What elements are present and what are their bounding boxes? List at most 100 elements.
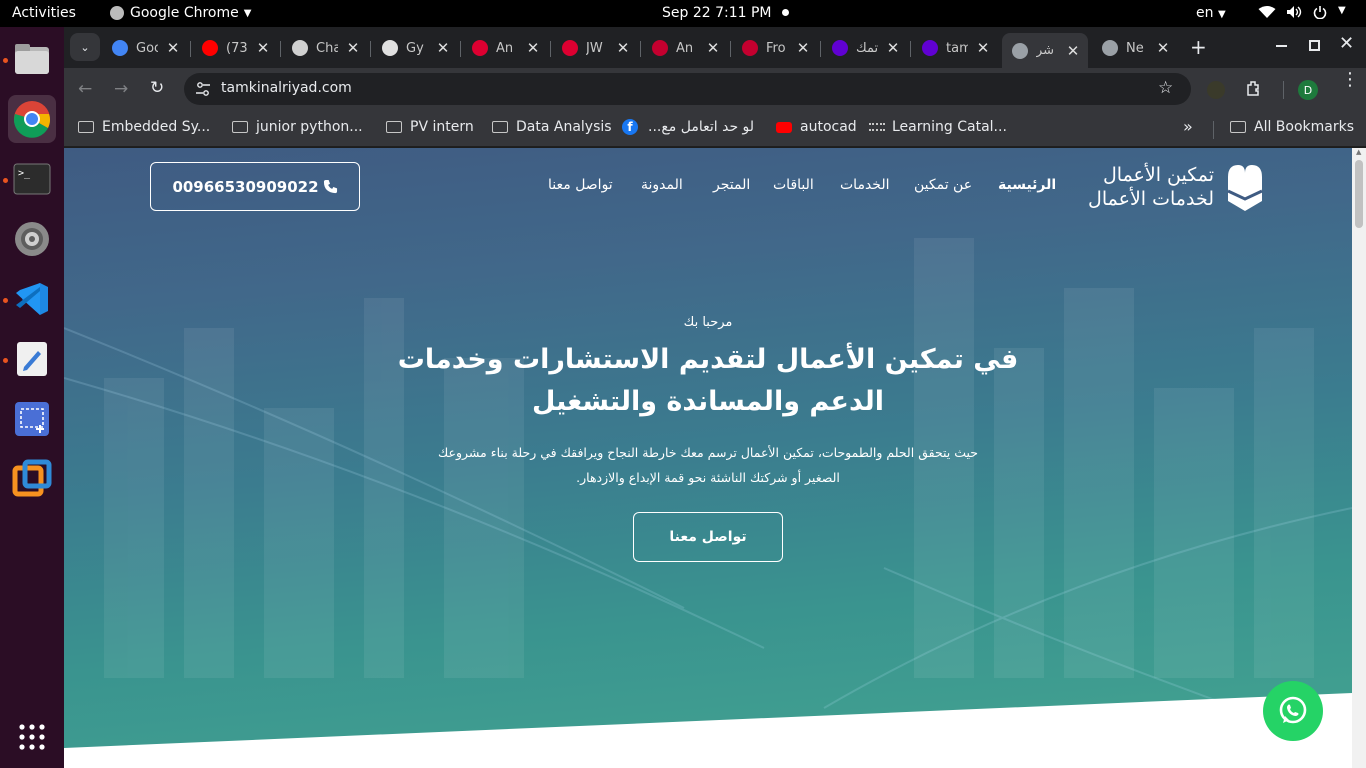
screenshot-icon[interactable] [8, 395, 56, 443]
tab-7[interactable]: An ✕ [642, 33, 728, 63]
hero-contact-button[interactable]: تواصل معنا [633, 512, 783, 562]
power-icon[interactable] [1313, 5, 1327, 23]
tab-close-icon[interactable]: ✕ [436, 39, 450, 57]
close-window-button[interactable]: ✕ [1339, 33, 1354, 54]
show-apps-icon[interactable] [8, 713, 56, 761]
tab-close-icon[interactable]: ✕ [976, 39, 990, 57]
nav-packages[interactable]: الباقات [773, 177, 814, 193]
address-bar[interactable]: tamkinalriyad.com ☆ [184, 73, 1191, 105]
tab-close-icon[interactable]: ✕ [346, 39, 360, 57]
bookmark-star-icon[interactable]: ☆ [1158, 78, 1173, 98]
all-bookmarks-button[interactable]: All Bookmarks [1230, 119, 1354, 135]
virtualbox-icon[interactable] [8, 455, 56, 503]
more-bookmarks-chevron-icon[interactable]: » [1183, 117, 1193, 136]
bookmarks-bar: Embedded Sy... junior python... PV inter… [64, 112, 1366, 147]
nav-services[interactable]: الخدمات [840, 177, 890, 193]
nav-about[interactable]: عن تمكين [914, 177, 972, 193]
new-tab-button[interactable]: + [1190, 35, 1207, 59]
chrome-menu-button[interactable]: ⋮ [1341, 71, 1359, 89]
tab-favicon-icon [112, 40, 128, 56]
bookmark-folder-data-analysis[interactable]: Data Analysis [492, 119, 612, 135]
profile-extension-icon[interactable] [1207, 81, 1225, 99]
forward-button[interactable]: → [114, 79, 128, 99]
volume-icon[interactable] [1286, 5, 1302, 23]
site-logo[interactable]: تمكين الأعمال لخدمات الأعمال [1088, 158, 1274, 218]
tab-title: JW [586, 40, 603, 56]
tab-title: Goo [136, 40, 158, 56]
bookmark-learning-catalog[interactable]: Learning Catal... [869, 119, 1007, 135]
text-editor-icon[interactable] [8, 335, 56, 383]
bookmark-folder-python[interactable]: junior python... [232, 119, 363, 135]
files-icon[interactable] [8, 35, 56, 83]
hero-bottom-divider [64, 693, 1352, 768]
back-button[interactable]: ← [78, 79, 92, 99]
folder-icon [1230, 121, 1246, 133]
tab-title: An [676, 40, 694, 56]
bookmark-autocad[interactable]: autocad [776, 119, 857, 135]
app-menu[interactable]: Google Chrome ▼ [110, 5, 251, 21]
tab-close-icon[interactable]: ✕ [706, 39, 720, 57]
svg-text:>_: >_ [18, 168, 31, 179]
vscode-icon[interactable] [8, 275, 56, 323]
activities-button[interactable]: Activities [12, 5, 76, 21]
tab-separator [640, 41, 641, 57]
url-text[interactable]: tamkinalriyad.com [221, 80, 352, 96]
tab-close-icon[interactable]: ✕ [796, 39, 810, 57]
tab-12[interactable]: Ne ✕ [1092, 33, 1178, 63]
dock: >_ [0, 27, 64, 768]
tab-8[interactable]: Fro ✕ [732, 33, 818, 63]
tab-6[interactable]: JW ✕ [552, 33, 638, 63]
page-scrollbar[interactable]: ▲ [1352, 148, 1366, 768]
tab-strip: ⌄ Goo✕(73✕Cha✕Gy✕An✕JW✕An✕Fro✕تمك✕tam✕شر… [64, 27, 1366, 68]
folder-icon [78, 121, 94, 133]
bookmark-facebook-post[interactable]: f لو حد اتعامل مع... [622, 119, 754, 135]
nav-contact[interactable]: تواصل معنا [548, 177, 613, 193]
nav-store[interactable]: المتجر [713, 177, 750, 193]
language-indicator[interactable]: en ▼ [1196, 5, 1226, 21]
settings-icon[interactable] [8, 215, 56, 263]
tab-close-icon[interactable]: ✕ [886, 39, 900, 57]
tab-close-icon[interactable]: ✕ [616, 39, 630, 57]
system-menu-caret-icon[interactable]: ▼ [1338, 5, 1346, 16]
tab-1[interactable]: Goo ✕ [102, 33, 188, 63]
tab-favicon-icon [202, 40, 218, 56]
site-info-icon[interactable] [195, 81, 211, 101]
tab-title: (73 [226, 40, 248, 56]
bookmark-folder-pv-intern[interactable]: PV intern [386, 119, 474, 135]
maximize-button[interactable] [1309, 40, 1320, 51]
tab-search-button[interactable]: ⌄ [70, 33, 100, 61]
phone-button[interactable]: 00966530909022 [150, 162, 360, 211]
tab-separator [550, 41, 551, 57]
reload-button[interactable]: ↻ [150, 78, 164, 98]
tab-5[interactable]: An ✕ [462, 33, 548, 63]
terminal-icon[interactable]: >_ [8, 155, 56, 203]
profile-avatar[interactable]: D [1298, 80, 1318, 100]
tab-2[interactable]: (73 ✕ [192, 33, 278, 63]
tab-10[interactable]: tam ✕ [912, 33, 998, 63]
tab-close-icon[interactable]: ✕ [1066, 42, 1080, 60]
extensions-icon[interactable] [1245, 79, 1263, 101]
tab-4[interactable]: Gy ✕ [372, 33, 458, 63]
folder-icon [386, 121, 402, 133]
scroll-up-arrow-icon[interactable]: ▲ [1356, 148, 1361, 156]
tab-close-icon[interactable]: ✕ [256, 39, 270, 57]
minimize-button[interactable] [1276, 45, 1287, 47]
tab-3[interactable]: Cha ✕ [282, 33, 368, 63]
scrollbar-thumb[interactable] [1355, 160, 1363, 228]
tab-close-icon[interactable]: ✕ [166, 39, 180, 57]
logo-mark-icon [1227, 165, 1263, 211]
tab-title: Cha [316, 40, 338, 56]
notification-dot-icon [782, 9, 789, 16]
tab-11[interactable]: شر ✕ [1002, 33, 1088, 68]
youtube-icon [776, 121, 792, 133]
nav-blog[interactable]: المدونة [641, 177, 683, 193]
chrome-icon[interactable] [8, 95, 56, 143]
tab-close-icon[interactable]: ✕ [526, 39, 540, 57]
wifi-icon[interactable] [1258, 5, 1276, 23]
tab-close-icon[interactable]: ✕ [1156, 39, 1170, 57]
nav-home[interactable]: الرئيسية [998, 177, 1056, 193]
whatsapp-float-button[interactable] [1263, 681, 1323, 741]
bookmark-folder-embedded[interactable]: Embedded Sy... [78, 119, 210, 135]
clock[interactable]: Sep 22 7:11 PM [662, 5, 772, 21]
tab-9[interactable]: تمك ✕ [822, 33, 908, 63]
